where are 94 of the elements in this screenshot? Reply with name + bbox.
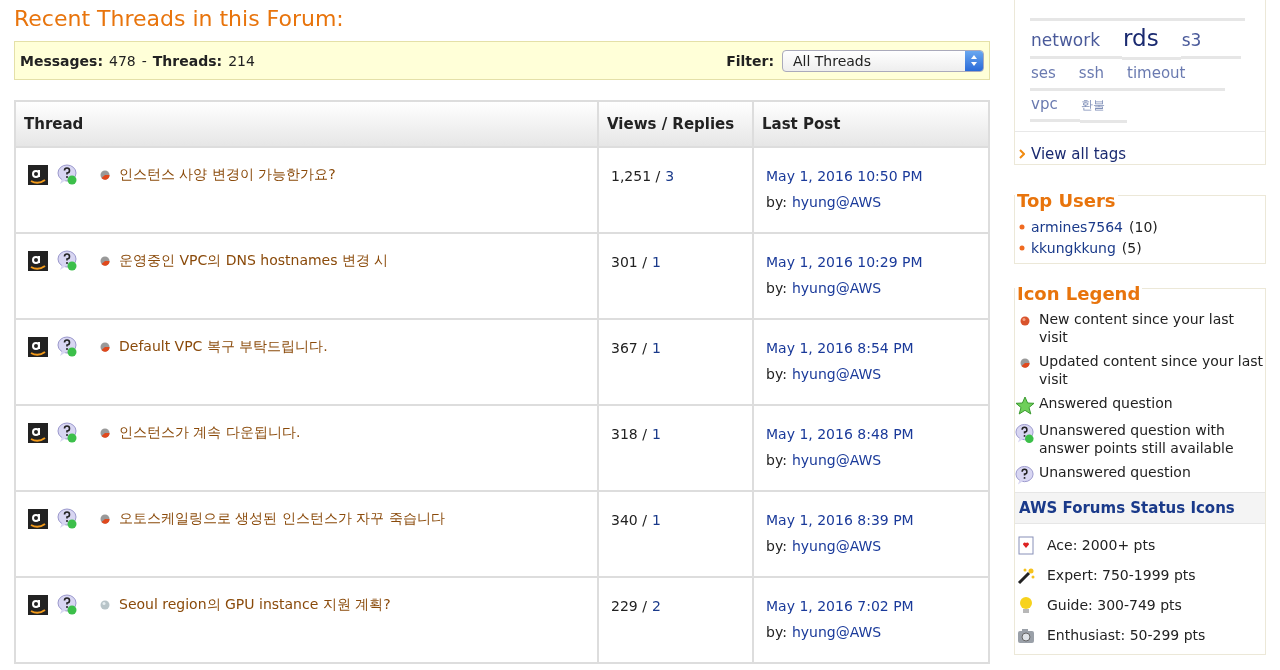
tag-link[interactable]: s3	[1180, 26, 1242, 59]
views-count: 229 /	[611, 598, 647, 614]
replies-link[interactable]: 3	[665, 168, 675, 184]
new-dot-icon	[1020, 316, 1030, 326]
threads-label: Threads:	[152, 52, 223, 69]
legend-text: Unanswered question with answer points still available	[1039, 421, 1235, 457]
replies-link[interactable]: 2	[651, 598, 661, 614]
replies-link[interactable]: 1	[651, 512, 661, 528]
threads-count: 214	[228, 52, 255, 69]
tag-link[interactable]: network	[1030, 26, 1123, 59]
by-label: by:	[766, 452, 787, 468]
question-bubble-icon	[57, 336, 78, 357]
views-count: 1,251 /	[611, 168, 661, 184]
amazon-logo-icon	[28, 508, 48, 529]
messages-label: Messages:	[20, 52, 103, 69]
author-link[interactable]: hyung@AWS	[791, 538, 882, 554]
user-count: (10)	[1129, 219, 1158, 235]
views-count: 318 /	[611, 426, 647, 442]
star-icon	[1015, 396, 1035, 415]
amazon-logo-icon	[28, 336, 48, 357]
tag-link[interactable]: ssh	[1077, 60, 1126, 91]
tag-link[interactable]: vpc	[1030, 91, 1080, 122]
amazon-logo-icon	[28, 422, 48, 443]
replies-link[interactable]: 1	[651, 254, 661, 270]
chevron-icon	[969, 53, 979, 68]
thread-link[interactable]: 운영중인 VPC의 DNS hostnames 변경 시	[119, 251, 389, 270]
replies-link[interactable]: 1	[651, 426, 661, 442]
by-label: by:	[766, 194, 787, 210]
last-post-date-link[interactable]: May 1, 2016 7:02 PM	[766, 594, 976, 614]
user-link[interactable]: armines7564	[1031, 219, 1124, 235]
camera-icon	[1017, 626, 1035, 644]
last-post-date-link[interactable]: May 1, 2016 8:39 PM	[766, 508, 976, 528]
question-bubble-icon	[57, 250, 78, 271]
last-post-date-link[interactable]: May 1, 2016 8:48 PM	[766, 422, 976, 442]
tag-link[interactable]: ses	[1030, 60, 1078, 91]
by-label: by:	[766, 280, 787, 296]
tag-link[interactable]: rds	[1122, 21, 1181, 60]
last-post-date-link[interactable]: May 1, 2016 10:50 PM	[766, 164, 976, 184]
filter-dropdown[interactable]: All Threads	[782, 49, 984, 72]
section-heading: AWS Forums Status Icons	[1015, 492, 1265, 524]
author-link[interactable]: hyung@AWS	[791, 280, 882, 296]
author-link[interactable]: hyung@AWS	[791, 624, 882, 640]
column-header: Thread	[15, 101, 598, 147]
author-link[interactable]: hyung@AWS	[791, 366, 882, 382]
status-text: Expert: 750-1999 pts	[1047, 567, 1196, 583]
by-label: by:	[766, 538, 787, 554]
question-bubble-icon	[57, 164, 78, 185]
column-header: Last Post	[753, 101, 989, 147]
amazon-logo-icon	[28, 164, 48, 185]
legend-text: Answered question	[1039, 394, 1173, 412]
question-bubble-icon	[57, 422, 78, 443]
user-link[interactable]: kkungkkung	[1031, 240, 1116, 256]
bullet-icon	[1019, 224, 1025, 230]
views-count: 301 /	[611, 254, 647, 270]
amazon-logo-icon	[28, 594, 48, 615]
updated-dot-icon	[1020, 358, 1030, 368]
legend-text: New content since your last visit	[1039, 310, 1236, 346]
question-bubble-icon	[1015, 465, 1035, 486]
light-bulb-icon	[1018, 596, 1034, 614]
author-link[interactable]: hyung@AWS	[791, 194, 882, 210]
bullet-icon	[1019, 245, 1025, 251]
by-label: by:	[766, 624, 787, 640]
page-heading: Recent Threads in this Forum:	[14, 6, 345, 31]
card-icon	[1018, 535, 1034, 555]
status-text: Ace: 2000+ pts	[1047, 537, 1156, 553]
question-bubble-icon	[1015, 423, 1035, 444]
thread-link[interactable]: 오토스케일링으로 생성된 인스턴스가 자꾸 죽습니다	[119, 509, 445, 528]
view-all-tags-link[interactable]: View all tags	[1031, 145, 1127, 163]
last-post-date-link[interactable]: May 1, 2016 10:29 PM	[766, 250, 976, 270]
by-label: by:	[766, 366, 787, 382]
thread-link[interactable]: 인스턴스 사양 변경이 가능한가요?	[119, 165, 336, 184]
column-header: Views / Replies	[598, 101, 753, 147]
filter-label: Filter:	[726, 52, 774, 69]
thread-link[interactable]: Default VPC 복구 부탁드립니다.	[119, 337, 328, 356]
panel-title: Icon Legend	[1015, 283, 1143, 304]
amazon-logo-icon	[28, 250, 48, 271]
replies-link[interactable]: 1	[651, 340, 661, 356]
legend-text: Updated content since your last visit	[1039, 352, 1265, 388]
user-count: (5)	[1121, 240, 1142, 256]
author-link[interactable]: hyung@AWS	[791, 452, 882, 468]
status-text: Enthusiast: 50-299 pts	[1047, 627, 1206, 643]
views-count: 340 /	[611, 512, 647, 528]
thread-link[interactable]: 인스턴스가 계속 다운됩니다.	[119, 423, 301, 442]
legend-text: Unanswered question	[1039, 463, 1191, 481]
status-text: Guide: 300-749 pts	[1047, 597, 1182, 613]
question-bubble-icon	[57, 508, 78, 529]
question-bubble-icon	[57, 594, 78, 615]
messages-count: 478	[109, 52, 136, 69]
last-post-date-link[interactable]: May 1, 2016 8:54 PM	[766, 336, 976, 356]
tag-link[interactable]: timeout	[1126, 60, 1226, 91]
thread-link[interactable]: Seoul region의 GPU instance 지원 계획?	[119, 595, 391, 614]
views-count: 367 /	[611, 340, 647, 356]
separator-text: -	[141, 52, 147, 69]
chevron-right-icon	[1019, 149, 1025, 159]
